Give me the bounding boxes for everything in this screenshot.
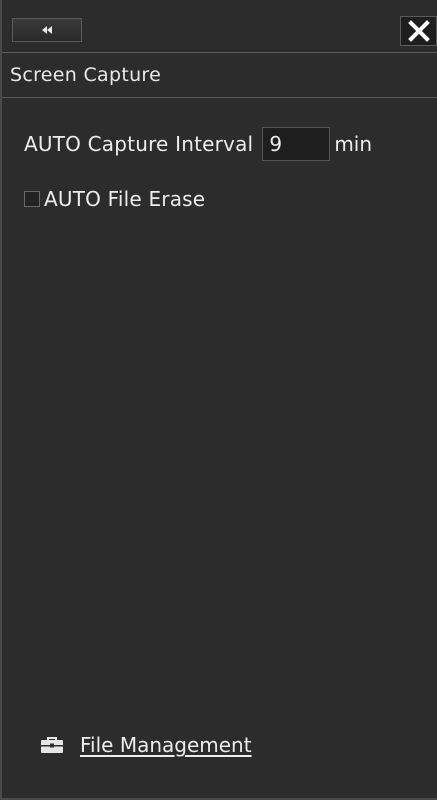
panel-title: Screen Capture xyxy=(10,64,162,86)
capture-interval-label: AUTO Capture Interval xyxy=(24,132,254,156)
auto-file-erase-option[interactable]: AUTO File Erase xyxy=(24,184,205,214)
auto-file-erase-label: AUTO File Erase xyxy=(44,187,206,211)
briefcase-icon xyxy=(41,737,63,753)
screen-capture-panel: Screen Capture AUTO Capture Interval min… xyxy=(0,0,437,800)
file-management-link[interactable]: File Management xyxy=(40,730,252,760)
file-management-label: File Management xyxy=(80,733,252,757)
capture-interval-unit: min xyxy=(334,132,373,156)
double-chevron-left-icon xyxy=(42,26,52,34)
collapse-button[interactable] xyxy=(12,18,82,42)
top-toolbar xyxy=(2,0,437,52)
close-icon xyxy=(407,20,430,42)
capture-interval-input[interactable] xyxy=(262,127,331,161)
panel-title-bar: Screen Capture xyxy=(2,52,437,98)
capture-interval-row: AUTO Capture Interval min xyxy=(24,126,372,162)
auto-file-erase-checkbox[interactable] xyxy=(24,191,40,207)
close-button[interactable] xyxy=(400,16,437,46)
